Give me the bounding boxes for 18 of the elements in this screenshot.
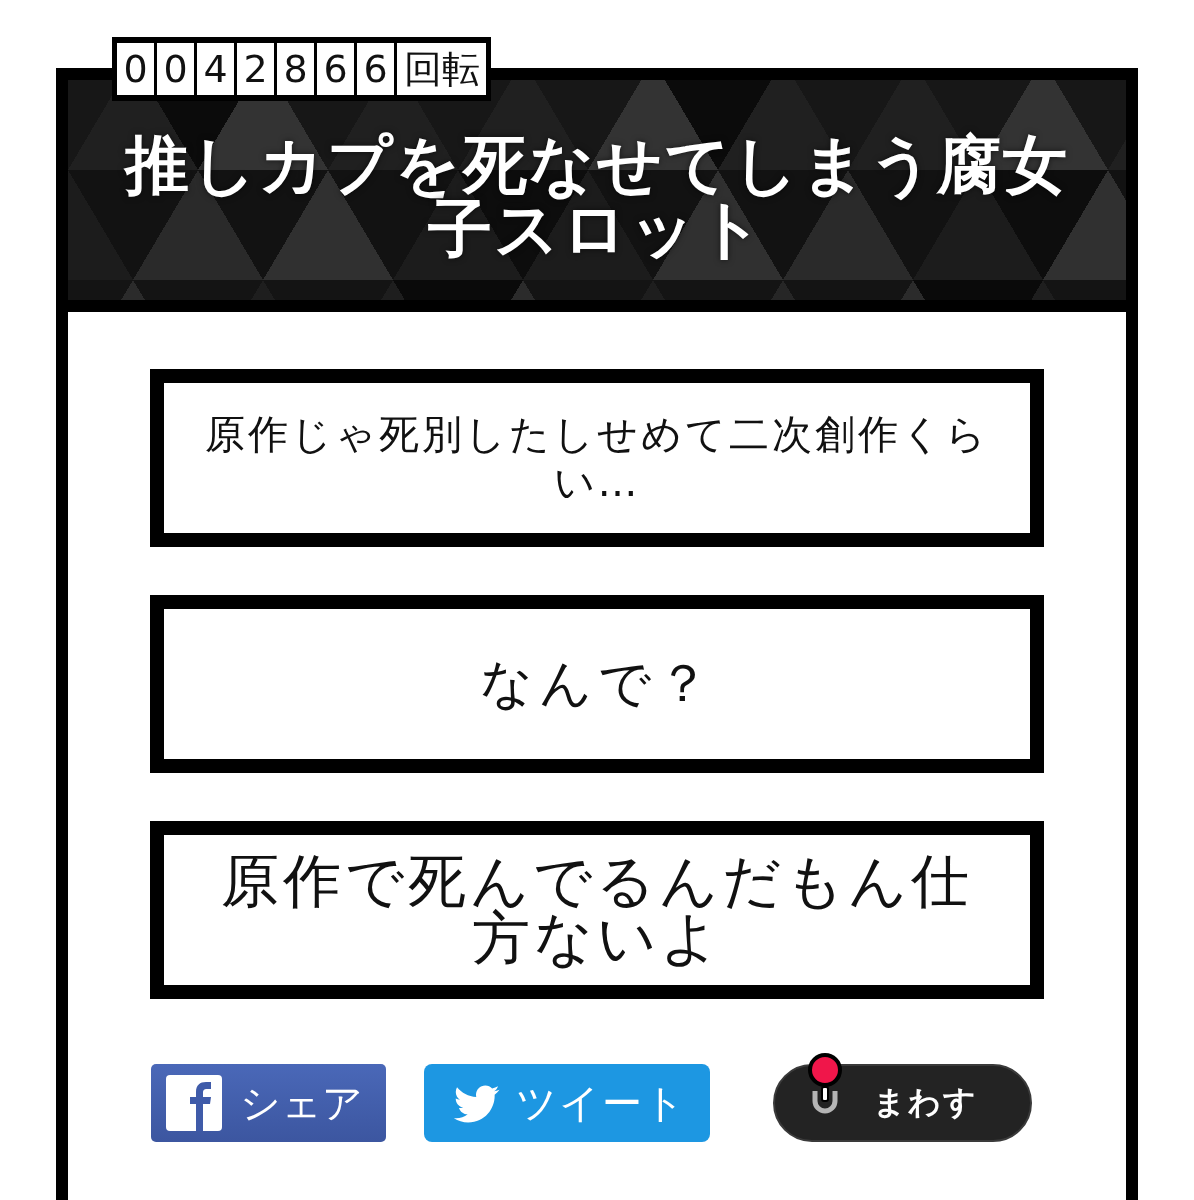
counter-digit: 2 [237,43,274,95]
counter-digit: 8 [277,43,314,95]
f-logo-icon [166,1075,222,1131]
counter-unit: 回転 [397,43,486,95]
bird-icon [452,1083,500,1123]
counter-digit: 6 [317,43,354,95]
share-button[interactable]: シェア [151,1064,386,1142]
counter-digit: 4 [197,43,234,95]
lever-icon [807,1053,843,1115]
counter-digit: 6 [357,43,394,95]
reel-text: 原作じゃ死別したしせめて二次創作くらい… [204,410,990,506]
slot-title: 推しカプを死なせてしまう腐女子スロット [122,133,1070,261]
reel-text: 原作で死んでるんだもん仕方ないよ [220,853,974,967]
reel-text: なんで？ [479,655,715,713]
counter-digit: 0 [117,43,154,95]
counter-digit: 0 [157,43,194,95]
tweet-button[interactable]: ツイート [424,1064,710,1142]
spin-button[interactable]: まわす [773,1064,1032,1142]
